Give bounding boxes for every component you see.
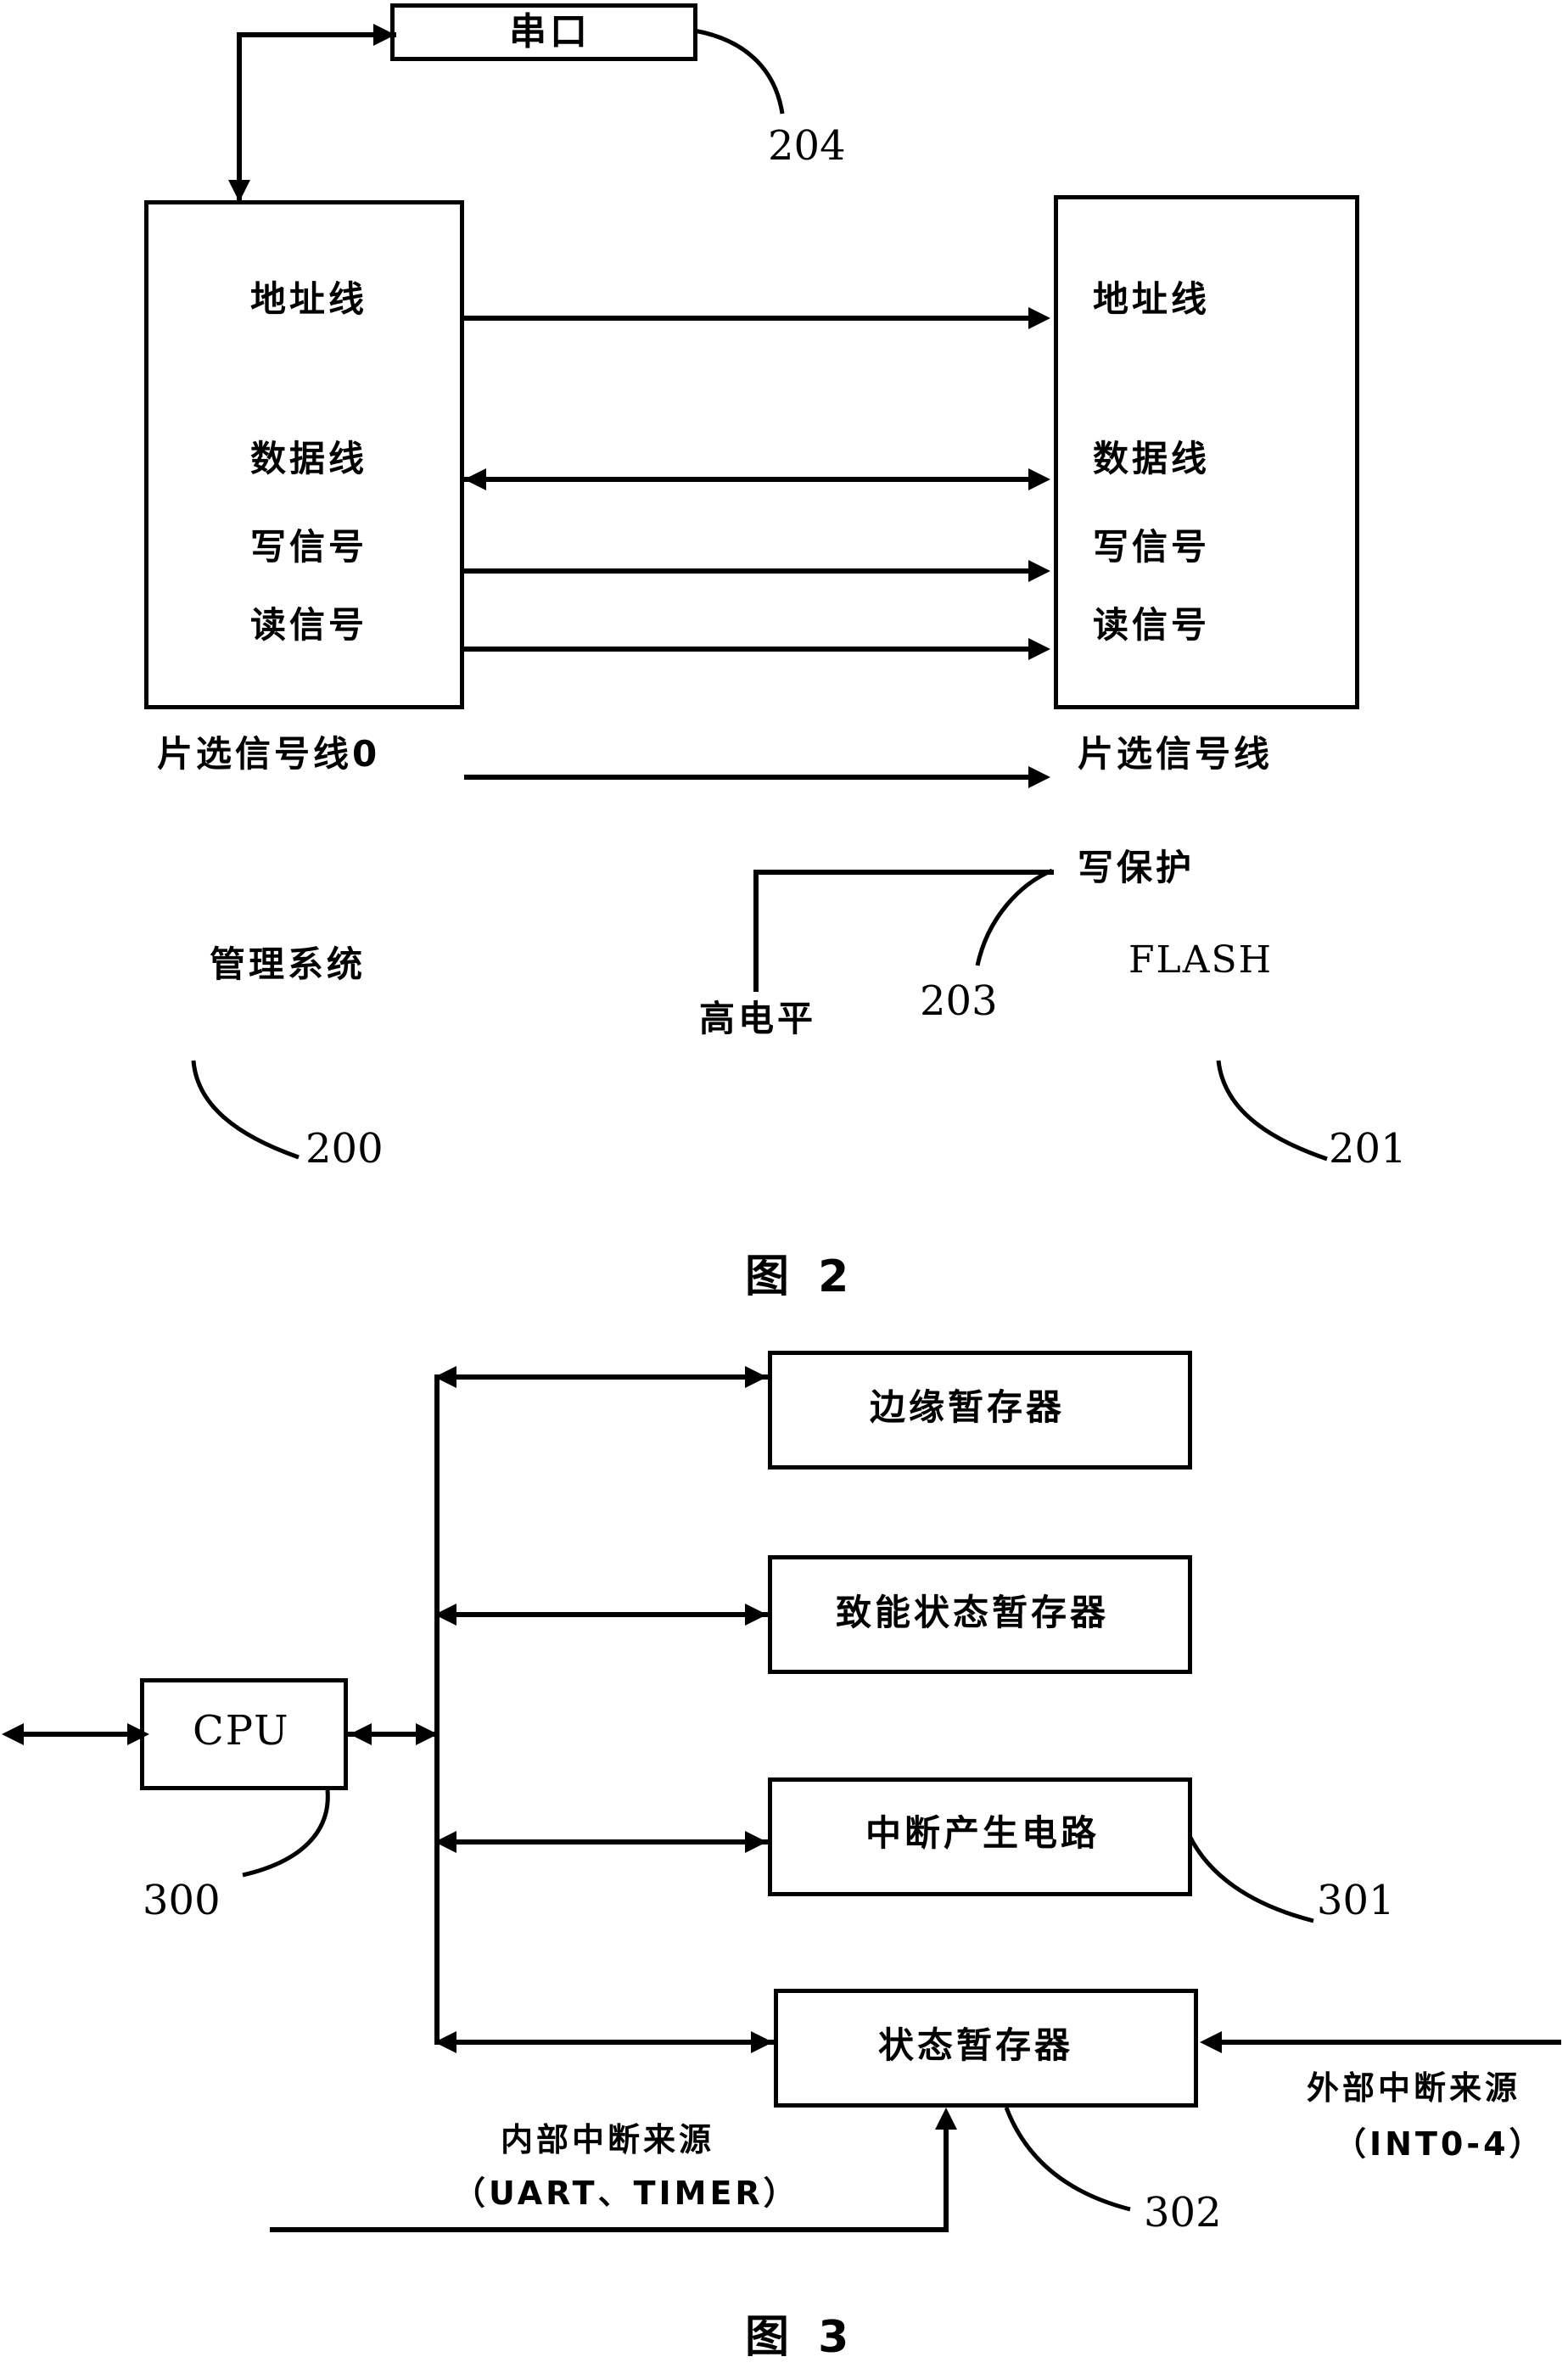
interrupt-generation-circuit-ref-number: 301 [1317,1877,1395,1924]
signal-arrow-data-right [1028,468,1050,490]
management-system-title: 管理系统 [210,943,367,985]
management-system-pin-write: 写信号 [250,526,368,568]
interrupt-generation-circuit-arrow-right [745,1831,767,1853]
flash-pin-address: 地址线 [1093,278,1211,320]
internal-interrupt-arrowhead [935,2108,957,2130]
signal-line-read [464,647,1037,652]
flash-pin-write-protect: 写保护 [1078,847,1196,888]
flash-title: FLASH [1128,938,1274,982]
serial-port-feed-arrowhead [373,24,395,46]
cpu-left-bus-arrow-left [2,1723,24,1745]
signal-line-write [464,568,1037,574]
interrupt-generation-circuit-bus-line [434,1839,768,1845]
cpu-ref-number: 300 [143,1877,221,1924]
status-register-arrow-right [751,2031,773,2053]
serial-port-ref-leader [693,28,785,115]
figure-3-caption: 图 3 [745,2312,856,2363]
flash-pin-data: 数据线 [1093,438,1211,479]
serial-port-feed-vertical [237,32,242,200]
status-register-ref-leader [1004,2107,1131,2212]
external-interrupt-line [1222,2040,1561,2045]
flash-pin-write: 写信号 [1093,526,1211,568]
flash-pin-chip-select: 片选信号线 [1078,733,1274,775]
flash-ref-number: 201 [1329,1125,1407,1173]
signal-line-data [464,477,1037,482]
signal-arrow-write-right [1028,560,1050,582]
cpu-left-bus-arrow-right [127,1723,149,1745]
internal-interrupt-label-line2: （UART、TIMER） [453,2175,799,2212]
high-level-vertical [753,870,759,992]
cpu-right-bus-arrow-left [350,1723,372,1745]
management-system-pin-read: 读信号 [250,604,368,646]
signal-arrow-read-right [1028,638,1050,660]
cpu-ref-leader [242,1789,330,1878]
patent-figure-page: 串口 204 地址线 数据线 写信号 读信号 片选信号线0 管理系统 200 地… [0,0,1568,2368]
management-system-feed-arrowhead [228,180,250,202]
external-interrupt-label-line1: 外部中断来源 [1307,2069,1521,2107]
enable-status-register-bus-line [434,1612,768,1617]
edge-register-arrow-left [434,1366,456,1388]
signal-line-address [464,316,1037,321]
external-interrupt-label-line2: （INT0-4） [1334,2125,1545,2163]
figure-2-caption: 图 2 [745,1251,856,1302]
signal-arrow-address-right [1028,307,1050,329]
high-level-label: 高电平 [699,998,817,1039]
edge-register-label: 边缘暂存器 [870,1386,1066,1428]
status-register-arrow-left [434,2031,456,2053]
management-system-ref-number: 200 [305,1125,384,1173]
flash-pin-read: 读信号 [1093,604,1211,646]
internal-interrupt-horizontal [270,2227,949,2232]
interrupt-generation-circuit-ref-leader [1187,1834,1314,1923]
serial-port-ref-number: 204 [768,122,846,170]
enable-status-register-arrow-left [434,1604,456,1626]
signal-arrow-data-left [464,468,486,490]
edge-register-bus-line [434,1374,768,1380]
signal-arrow-chip-select-right [1028,766,1050,788]
edge-register-arrow-right [745,1366,767,1388]
management-system-pin-data: 数据线 [250,438,368,479]
cpu-label: CPU [193,1707,290,1755]
signal-line-chip-select [464,775,1037,780]
interrupt-generation-circuit-arrow-left [434,1831,456,1853]
enable-status-register-label: 致能状态暂存器 [836,1592,1110,1633]
high-level-ref-number: 203 [920,977,998,1025]
serial-port-label: 串口 [509,10,591,53]
main-bus-vertical [434,1374,440,2043]
cpu-left-bus-line [15,1732,140,1737]
internal-interrupt-vertical [944,2130,949,2230]
status-register-bus-line [434,2040,774,2045]
interrupt-generation-circuit-label: 中断产生电路 [865,1812,1100,1854]
serial-port-feed-horizontal [237,32,396,37]
internal-interrupt-label-line1: 内部中断来源 [501,2121,715,2158]
status-register-ref-number: 302 [1144,2189,1222,2236]
external-interrupt-arrowhead [1200,2031,1222,2053]
enable-status-register-arrow-right [745,1604,767,1626]
management-system-pin-chip-select: 片选信号线0 [157,733,381,775]
high-level-ref-leader [975,868,1053,966]
status-register-label: 状态暂存器 [878,2024,1074,2066]
management-system-pin-address: 地址线 [250,278,368,320]
